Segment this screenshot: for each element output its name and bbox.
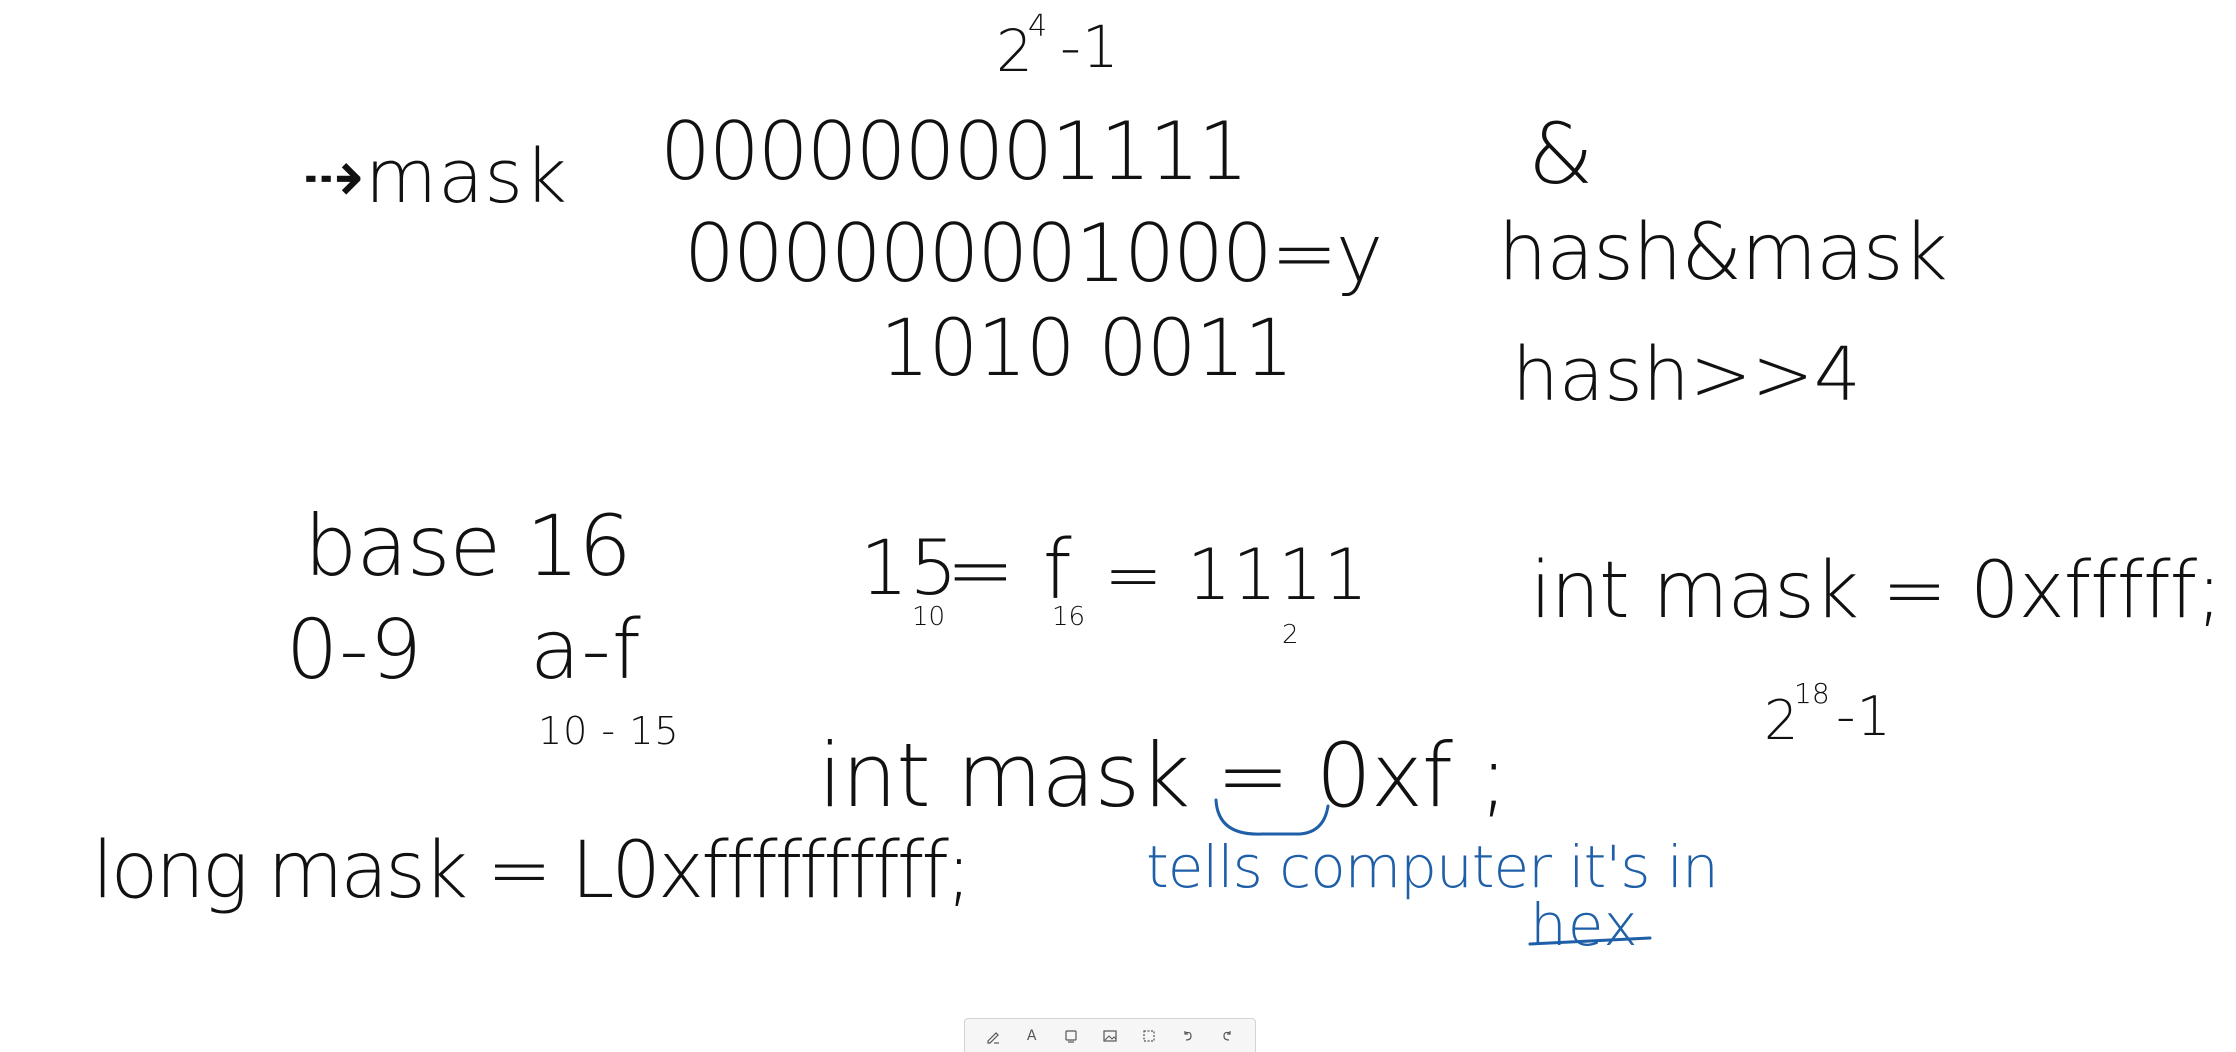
conversion-eq-f: = f <box>946 523 1073 618</box>
hex-note-line1: tells computer it's in <box>1146 833 1719 901</box>
text-icon: A <box>1026 1027 1037 1044</box>
conversion-base16-subscript: 16 <box>1052 602 1086 632</box>
mask-arrow-label: ⇢mask <box>302 134 568 220</box>
base-16-label: base 16 <box>304 497 632 595</box>
shape-tool[interactable] <box>1056 1023 1086 1049</box>
ampersand-symbol: & <box>1528 105 1595 203</box>
conversion-eq-binary: = 1111 <box>1104 534 1370 616</box>
text-tool[interactable]: A <box>1017 1023 1047 1049</box>
whiteboard-canvas[interactable]: 2 4 -1 ⇢mask 000000001111 000000001000=y… <box>0 0 2236 1052</box>
exp18-power: 18 <box>1794 677 1830 710</box>
hex-note-line2: hex <box>1530 891 1639 959</box>
pen-tool[interactable] <box>978 1023 1008 1049</box>
binary-y-row: 000000001000=y <box>684 207 1383 300</box>
top-exponent-suffix: -1 <box>1060 13 1120 81</box>
select-tool[interactable] <box>1134 1023 1164 1049</box>
drawing-toolbar: A <box>964 1018 1256 1052</box>
top-exponent-power: 4 <box>1028 9 1048 44</box>
image-icon <box>1103 1029 1117 1042</box>
conversion-base2-subscript: 2 <box>1282 620 1299 650</box>
long-mask: long mask = L0xffffffffff; <box>92 826 972 916</box>
int-mask-f: int mask = 0xf ; <box>818 724 1509 827</box>
image-tool[interactable] <box>1095 1023 1125 1049</box>
redo-icon <box>1223 1030 1232 1041</box>
int-mask-fffff: int mask = 0xfffff; <box>1530 546 2222 636</box>
hash-and-mask: hash&mask <box>1498 208 1948 298</box>
hash-shift: hash>>4 <box>1512 332 1861 418</box>
digits-range: 0-9 <box>286 603 423 698</box>
binary-mask-row: 000000001111 <box>660 105 1249 198</box>
undo-tool[interactable] <box>1173 1023 1203 1049</box>
binary-byte-row: 1010 0011 <box>880 304 1294 394</box>
letters-range: a-f <box>530 603 642 698</box>
conversion-base10-subscript: 10 <box>912 602 946 632</box>
pen-icon <box>986 1031 999 1044</box>
conversion-base10: 15 <box>860 523 959 612</box>
select-icon <box>1143 1029 1155 1042</box>
shape-icon <box>1065 1029 1077 1043</box>
exp18-suffix: -1 <box>1836 685 1892 748</box>
letters-values: 10 - 15 <box>538 709 680 753</box>
undo-icon <box>1184 1030 1192 1041</box>
redo-tool[interactable] <box>1212 1023 1242 1049</box>
